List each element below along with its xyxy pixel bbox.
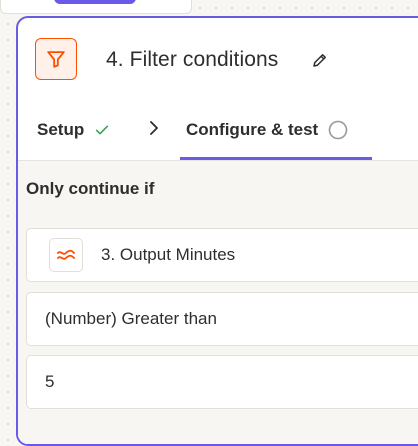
condition-field-label: 3. Output Minutes	[101, 245, 236, 264]
filter-step-badge	[35, 38, 77, 80]
filter-icon	[47, 51, 65, 68]
condition-value-text: 5	[45, 372, 55, 391]
formatter-icon	[57, 249, 75, 260]
chevron-right-icon	[150, 121, 158, 135]
pencil-icon[interactable]	[311, 51, 329, 69]
check-icon	[96, 125, 109, 135]
condition-operator-select[interactable]: (Number) Greater than	[26, 292, 418, 346]
condition-field-select[interactable]: 3. Output Minutes	[26, 228, 418, 282]
tab-setup-label: Setup	[37, 120, 85, 139]
tab-configure-test[interactable]: Configure & test	[186, 120, 348, 140]
formatter-app-badge	[49, 238, 83, 272]
condition-value-input[interactable]: 5	[26, 355, 418, 409]
tab-setup[interactable]: Setup	[37, 120, 110, 140]
condition-operator-label: (Number) Greater than	[45, 309, 217, 328]
condition-section-label: Only continue if	[26, 179, 155, 198]
step-title[interactable]: 4. Filter conditions	[106, 48, 278, 72]
active-tab-indicator	[180, 157, 372, 160]
tab-configure-test-label: Configure & test	[186, 120, 319, 139]
previous-step-connector	[54, 0, 136, 4]
circle-outline-icon	[328, 120, 348, 140]
